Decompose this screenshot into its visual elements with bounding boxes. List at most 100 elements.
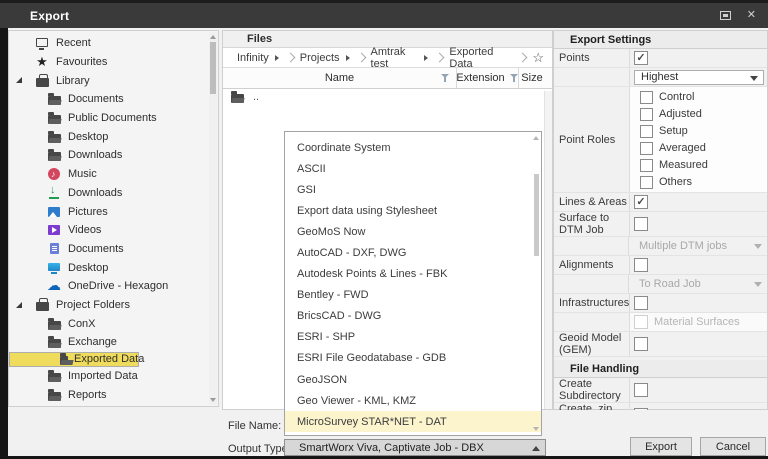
sidebar-item-desktop[interactable]: Desktop [9, 127, 209, 146]
sidebar-item-downloads[interactable]: Downloads [9, 146, 209, 165]
dropdown-scrollbar[interactable] [532, 132, 541, 435]
sidebar-item-documents[interactable]: Documents [9, 240, 209, 259]
breadcrumb-item-amtrak-test[interactable]: Amtrak test [371, 46, 429, 70]
checkbox-points[interactable] [634, 51, 648, 65]
sidebar-item-reports[interactable]: Reports [9, 385, 209, 404]
settings-row-control [629, 332, 767, 356]
column-header-extension[interactable]: Extension [457, 68, 519, 88]
chevron-down-icon[interactable] [275, 55, 279, 61]
star-icon [35, 55, 49, 69]
format-option-autocad-dxf-dwg[interactable]: AutoCAD - DXF, DWG [285, 242, 541, 263]
files-scrollbar[interactable] [544, 91, 552, 409]
close-icon[interactable]: ✕ [747, 10, 756, 21]
format-option-export-data-using-stylesheet[interactable]: Export data using Stylesheet [285, 200, 541, 221]
sidebar-item-label: Pictures [68, 206, 108, 218]
column-header-size[interactable]: Size [519, 68, 545, 88]
checkbox-infrastructures[interactable] [634, 296, 648, 310]
expand-arrow-icon[interactable] [16, 77, 22, 83]
point-role-option-control[interactable]: Control [634, 90, 767, 104]
sidebar-item-music[interactable]: Music [9, 165, 209, 184]
format-option-esri-file-geodatabase-gdb[interactable]: ESRI File Geodatabase - GDB [285, 348, 541, 369]
sidebar-item-exported-data[interactable]: Exported Data [9, 352, 139, 367]
format-option-geomos-now[interactable]: GeoMoS Now [285, 221, 541, 242]
cancel-button[interactable]: Cancel [700, 437, 766, 456]
file-handling-header: File Handling [554, 360, 767, 378]
checkbox-lines-areas[interactable] [634, 195, 648, 209]
expand-arrow-icon[interactable] [16, 302, 22, 308]
checkbox-setup[interactable] [640, 125, 653, 138]
chevron-down-icon[interactable] [424, 55, 428, 61]
sidebar-item-recent[interactable]: Recent [9, 34, 209, 53]
select-highest[interactable]: Highest [634, 70, 764, 85]
checkbox-surface-to-dtm-job[interactable] [634, 217, 648, 231]
file-row-up-directory[interactable]: .. [223, 89, 552, 105]
format-option-esri-shp[interactable]: ESRI - SHP [285, 327, 541, 348]
point-roles-group: Control Adjusted Setup Averaged Measured Othe… [629, 87, 767, 192]
sidebar-item-pictures[interactable]: Pictures [9, 202, 209, 221]
point-role-option-setup[interactable]: Setup [634, 124, 767, 138]
format-option-ascii[interactable]: ASCII [285, 158, 541, 179]
export-button[interactable]: Export [630, 437, 692, 456]
scroll-down-icon[interactable] [210, 398, 216, 402]
format-option-label: GeoMoS Now [297, 226, 365, 238]
output-type-combobox[interactable]: SmartWorx Viva, Captivate Job - DBX [284, 439, 546, 456]
format-option-label: Geo Viewer - KML, KMZ [297, 395, 416, 407]
funnel-icon[interactable] [441, 74, 450, 83]
scroll-down-icon[interactable] [533, 427, 539, 431]
column-header-name[interactable]: Name [223, 68, 457, 88]
format-option-coordinate-system[interactable]: Coordinate System [285, 137, 541, 158]
sidebar-item-public-documents[interactable]: Public Documents [9, 109, 209, 128]
dropdown-scrollbar-thumb[interactable] [534, 174, 539, 256]
point-role-option-measured[interactable]: Measured [634, 158, 767, 172]
format-option-geo-viewer-kml-kmz[interactable]: Geo Viewer - KML, KMZ [285, 390, 541, 411]
breadcrumb-item-projects[interactable]: Projects [300, 52, 350, 64]
restore-icon[interactable] [720, 11, 731, 20]
format-option-gsi[interactable]: GSI [285, 179, 541, 200]
sidebar-item-exchange[interactable]: Exchange [9, 333, 209, 352]
scroll-up-icon[interactable] [210, 35, 216, 39]
videos-icon [47, 223, 61, 237]
point-role-option-adjusted[interactable]: Adjusted [634, 107, 767, 121]
settings-row-control: Highest [629, 68, 767, 86]
chevron-down-icon[interactable] [346, 55, 350, 61]
sidebar-item-clipped[interactable] [9, 404, 209, 407]
sidebar-item-conx[interactable]: ConX [9, 314, 209, 333]
sidebar-item-desktop[interactable]: Desktop [9, 258, 209, 277]
point-role-option-others[interactable]: Others [634, 175, 767, 189]
sidebar-item-library[interactable]: Library [9, 71, 209, 90]
sidebar-item-favourites[interactable]: Favourites [9, 53, 209, 72]
checkbox-adjusted[interactable] [640, 108, 653, 121]
format-option-bentley-fwd[interactable]: Bentley - FWD [285, 285, 541, 306]
funnel-icon[interactable] [510, 74, 519, 83]
format-option-microsurvey-star-net-dat[interactable]: MicroSurvey STAR*NET - DAT [285, 411, 541, 432]
sidebar-item-onedrive-hexagon[interactable]: OneDrive - Hexagon [9, 277, 209, 296]
settings-row-label [554, 275, 628, 293]
checkbox-control[interactable] [640, 91, 653, 104]
settings-row-geoid-model-gem: Geoid Model (GEM) [554, 332, 767, 357]
checkbox-averaged[interactable] [640, 142, 653, 155]
breadcrumb-item-exported-data[interactable]: Exported Data [449, 46, 511, 70]
sidebar-item-downloads[interactable]: Downloads [9, 184, 209, 203]
tree-scrollbar[interactable] [209, 32, 217, 405]
format-option-geojson[interactable]: GeoJSON [285, 369, 541, 390]
select-to-road-job: To Road Job [633, 277, 767, 292]
recent-icon [35, 36, 49, 50]
tree-scrollbar-thumb[interactable] [210, 42, 216, 94]
checkbox-alignments[interactable] [634, 258, 648, 272]
breadcrumb-item-infinity[interactable]: Infinity [237, 52, 279, 64]
window-edge-left [0, 28, 8, 459]
point-role-option-averaged[interactable]: Averaged [634, 141, 767, 155]
checkbox-others[interactable] [640, 176, 653, 189]
sidebar-item-videos[interactable]: Videos [9, 221, 209, 240]
chevron-down-icon [754, 282, 762, 287]
format-option-autodesk-points-lines-fbk[interactable]: Autodesk Points & Lines - FBK [285, 264, 541, 285]
sidebar-item-project-folders[interactable]: Project Folders [9, 296, 209, 315]
scroll-up-icon[interactable] [533, 136, 539, 140]
checkbox-create-subdirectory[interactable] [634, 383, 648, 397]
sidebar-item-imported-data[interactable]: Imported Data [9, 367, 209, 386]
star-outline-icon[interactable]: ☆ [532, 51, 544, 64]
checkbox-measured[interactable] [640, 159, 653, 172]
format-option-bricscad-dwg[interactable]: BricsCAD - DWG [285, 306, 541, 327]
sidebar-item-documents[interactable]: Documents [9, 90, 209, 109]
checkbox-geoid-model-gem[interactable] [634, 337, 648, 351]
